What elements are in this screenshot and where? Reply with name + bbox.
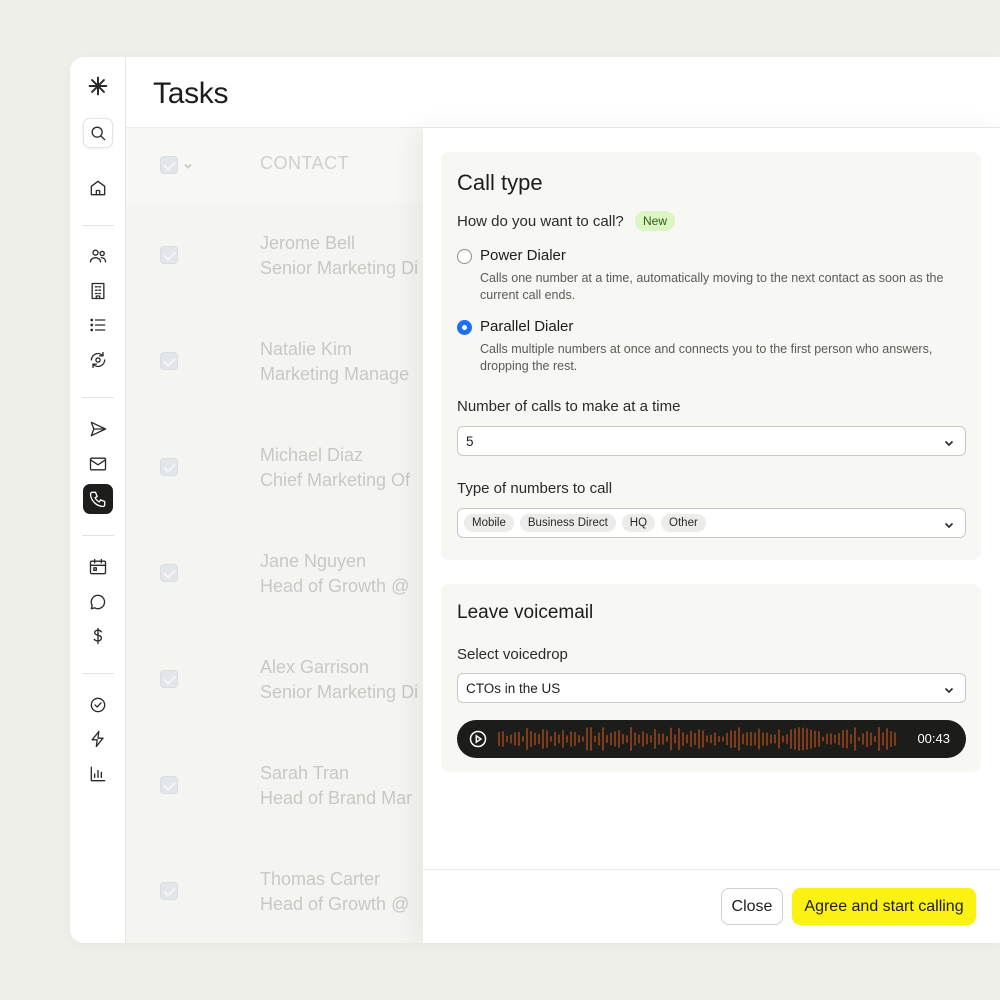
page-title: Tasks bbox=[153, 77, 229, 110]
send-icon[interactable] bbox=[83, 414, 113, 444]
chat-icon[interactable] bbox=[83, 587, 113, 617]
chevron-down-icon bbox=[943, 436, 955, 448]
select-all-checkbox[interactable] bbox=[160, 156, 178, 174]
panel-footer: Close Agree and start calling bbox=[423, 869, 1000, 943]
sidebar-divider bbox=[82, 535, 114, 536]
check-circle-icon[interactable] bbox=[83, 690, 113, 720]
voicemail-card: Leave voicemail Select voicedrop CTOs in… bbox=[441, 584, 981, 772]
calls-count-value: 5 bbox=[466, 434, 474, 449]
power-dialer-radio[interactable] bbox=[457, 249, 472, 264]
chevron-down-icon bbox=[943, 683, 955, 695]
contact-role: Chief Marketing Of bbox=[260, 470, 411, 490]
row-checkbox[interactable] bbox=[160, 458, 178, 476]
contact-role: Head of Growth @ bbox=[260, 894, 410, 914]
new-badge: New bbox=[635, 211, 676, 231]
table-row[interactable]: Jane Nguyen Head of Growth @ bbox=[126, 521, 426, 627]
table-row[interactable]: Natalie Kim Marketing Manage bbox=[126, 309, 426, 415]
number-type-chips: Mobile Business Direct HQ Other bbox=[464, 514, 706, 532]
table-row[interactable]: Alex Garrison Senior Marketing Di bbox=[126, 627, 426, 733]
table-row[interactable]: Thomas Carter Head of Growth @ bbox=[126, 839, 426, 943]
voicedrop-value: CTOs in the US bbox=[466, 681, 561, 696]
chevron-down-icon[interactable] bbox=[183, 158, 193, 169]
voicemail-audio-player[interactable]: 00:43 bbox=[457, 720, 966, 758]
row-checkbox[interactable] bbox=[160, 246, 178, 264]
home-icon[interactable] bbox=[83, 173, 113, 203]
calls-count-label: Number of calls to make at a time bbox=[457, 398, 681, 415]
calls-count-select[interactable]: 5 bbox=[457, 426, 966, 456]
number-types-select[interactable]: Mobile Business Direct HQ Other bbox=[457, 508, 966, 538]
chip-hq[interactable]: HQ bbox=[621, 514, 656, 532]
logo-asterisk-icon[interactable] bbox=[83, 71, 113, 101]
building-icon[interactable] bbox=[83, 276, 113, 306]
call-question-label: How do you want to call? bbox=[457, 213, 624, 230]
power-dialer-description: Calls one number at a time, automaticall… bbox=[480, 271, 944, 302]
number-types-label: Type of numbers to call bbox=[457, 480, 613, 497]
row-checkbox[interactable] bbox=[160, 352, 178, 370]
contacts-table: CONTACT Jerome Bell Senior Marketing Di … bbox=[126, 128, 426, 943]
row-checkbox[interactable] bbox=[160, 776, 178, 794]
call-settings-panel: Call type How do you want to call? New P… bbox=[423, 128, 1000, 943]
row-checkbox[interactable] bbox=[160, 670, 178, 688]
table-row[interactable]: Michael Diaz Chief Marketing Of bbox=[126, 415, 426, 521]
call-type-card: Call type How do you want to call? New P… bbox=[441, 152, 981, 560]
people-icon[interactable] bbox=[83, 241, 113, 271]
contact-name: Natalie Kim bbox=[260, 339, 353, 359]
contact-role: Head of Brand Mar bbox=[260, 788, 413, 808]
table-header: CONTACT bbox=[126, 128, 426, 203]
chip-other[interactable]: Other bbox=[661, 514, 706, 532]
close-button[interactable]: Close bbox=[721, 888, 783, 925]
sidebar bbox=[70, 57, 126, 943]
bolt-icon[interactable] bbox=[83, 724, 113, 754]
voicemail-title: Leave voicemail bbox=[457, 602, 594, 623]
calendar-icon[interactable] bbox=[83, 552, 113, 582]
contact-role: Marketing Manage bbox=[260, 364, 410, 384]
call-type-title: Call type bbox=[457, 170, 543, 195]
table-body: Jerome Bell Senior Marketing Di Natalie … bbox=[126, 203, 426, 943]
chip-business-direct[interactable]: Business Direct bbox=[519, 514, 616, 532]
agree-and-start-calling-button[interactable]: Agree and start calling bbox=[792, 888, 976, 925]
sidebar-divider bbox=[82, 673, 114, 674]
contact-name: Jane Nguyen bbox=[260, 551, 367, 571]
list-icon[interactable] bbox=[83, 310, 113, 340]
row-checkbox[interactable] bbox=[160, 882, 178, 900]
sidebar-divider bbox=[82, 397, 114, 398]
contact-name: Alex Garrison bbox=[260, 657, 370, 677]
power-dialer-label[interactable]: Power Dialer bbox=[480, 247, 566, 264]
app-window: Tasks CONTACT Jerome Bell Senior Marketi… bbox=[70, 57, 1000, 943]
contact-role: Senior Marketing Di bbox=[260, 682, 419, 702]
table-row[interactable]: Jerome Bell Senior Marketing Di bbox=[126, 203, 426, 309]
contact-name: Thomas Carter bbox=[260, 869, 381, 889]
audio-waveform[interactable] bbox=[497, 724, 897, 754]
voicedrop-select[interactable]: CTOs in the US bbox=[457, 673, 966, 703]
sidebar-divider bbox=[82, 225, 114, 226]
dollar-icon[interactable] bbox=[83, 621, 113, 651]
sync-icon[interactable] bbox=[83, 345, 113, 375]
parallel-dialer-label[interactable]: Parallel Dialer bbox=[480, 318, 573, 335]
play-icon[interactable] bbox=[469, 730, 487, 748]
row-checkbox[interactable] bbox=[160, 564, 178, 582]
contact-name: Jerome Bell bbox=[260, 233, 356, 253]
chip-mobile[interactable]: Mobile bbox=[464, 514, 514, 532]
chart-icon[interactable] bbox=[83, 759, 113, 789]
column-header-contact: CONTACT bbox=[260, 153, 350, 173]
contact-name: Sarah Tran bbox=[260, 763, 350, 783]
contact-role: Senior Marketing Di bbox=[260, 258, 419, 278]
phone-icon[interactable] bbox=[83, 484, 113, 514]
contact-name: Michael Diaz bbox=[260, 445, 364, 465]
voicedrop-label: Select voicedrop bbox=[457, 646, 568, 663]
audio-duration: 00:43 bbox=[917, 731, 950, 746]
parallel-dialer-description: Calls multiple numbers at once and conne… bbox=[480, 342, 933, 373]
mail-icon[interactable] bbox=[83, 449, 113, 479]
table-row[interactable]: Sarah Tran Head of Brand Mar bbox=[126, 733, 426, 839]
search-icon[interactable] bbox=[83, 118, 113, 148]
contact-role: Head of Growth @ bbox=[260, 576, 410, 596]
chevron-down-icon bbox=[943, 518, 955, 530]
parallel-dialer-radio[interactable] bbox=[457, 320, 472, 335]
